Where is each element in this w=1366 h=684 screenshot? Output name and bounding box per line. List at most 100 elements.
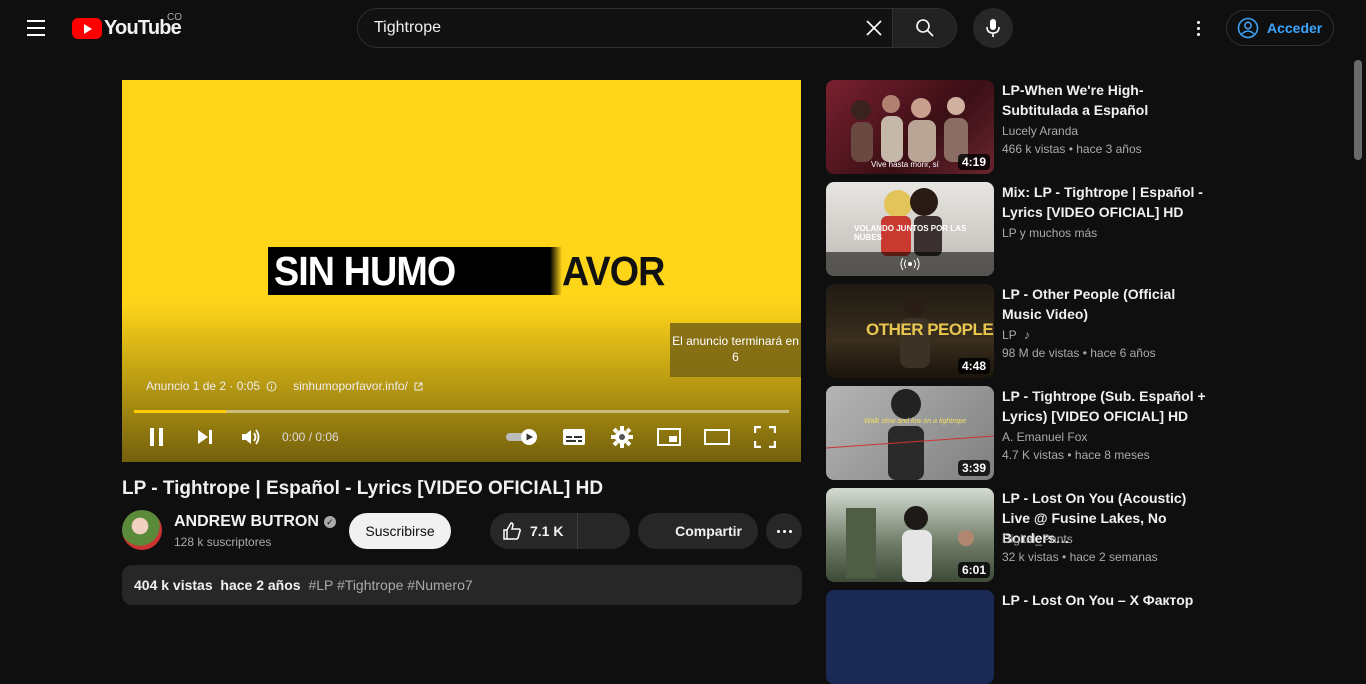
external-link-icon[interactable] — [414, 382, 423, 391]
volume-button[interactable] — [239, 425, 263, 449]
ad-link[interactable]: sinhumoporfavor.info/ — [293, 379, 408, 393]
subscribe-button[interactable]: Suscribirse — [349, 513, 451, 549]
recommendation-item[interactable]: OTHER PEOPLE 4:48 LP - Other People (Off… — [826, 284, 1346, 378]
country-code: CO — [167, 12, 182, 23]
recommendation-title[interactable]: LP - Other People (Official Music Video) — [1002, 284, 1212, 324]
recommendation-meta: 4.7 K vistas • hace 8 meses — [1002, 448, 1150, 462]
time-display: 0:00 / 0:06 — [282, 430, 339, 444]
banner-text-white: SIN HUMO — [274, 248, 456, 294]
clear-search-icon[interactable] — [856, 9, 892, 47]
recommendation-thumbnail[interactable]: Walk slow and low on a tightrope 3:39 — [826, 386, 994, 480]
voice-search-button[interactable] — [973, 8, 1013, 48]
menu-icon[interactable] — [20, 14, 52, 42]
rec-views: 4.7 K vistas — [1002, 448, 1065, 462]
info-icon[interactable] — [266, 381, 277, 392]
rec-age: • hace 2 semanas — [1062, 550, 1158, 564]
settings-button[interactable] — [610, 425, 634, 449]
like-count: 7.1 K — [530, 523, 564, 539]
recommendation-channel[interactable]: A. Emanuel Fox — [1002, 430, 1087, 444]
banner-text-dark: AVOR — [562, 248, 665, 294]
recommendation-channel[interactable]: LP ♪ — [1002, 328, 1030, 342]
recommendation-item[interactable]: 6:01 LP - Lost On You (Acoustic) Live @ … — [826, 488, 1346, 582]
mix-bar — [826, 252, 994, 276]
subtitles-button[interactable] — [562, 425, 586, 449]
search-box — [357, 8, 957, 48]
video-duration: 4:48 — [957, 358, 990, 374]
recommendation-thumbnail[interactable] — [826, 590, 994, 684]
recommendation-channel[interactable]: Lucely Aranda — [1002, 124, 1078, 138]
video-title: LP - Tightrope | Español - Lyrics [VIDEO… — [122, 478, 604, 499]
share-button[interactable]: Compartir — [638, 513, 758, 549]
hashtags[interactable]: #LP #Tightrope #Numero7 — [308, 577, 472, 593]
autoplay-toggle[interactable] — [504, 425, 542, 449]
ad-end-notice[interactable]: El anuncio terminará en 6 — [670, 323, 801, 377]
pause-icon — [150, 428, 163, 446]
recommendation-thumbnail[interactable]: 6:01 — [826, 488, 994, 582]
rec-channel-name[interactable]: LP — [1002, 328, 1016, 342]
theater-mode-button[interactable] — [704, 425, 730, 449]
signin-label: Acceder — [1267, 20, 1323, 36]
ad-info: Anuncio 1 de 2 · 0:05 sinhumoporfavor.in… — [146, 379, 423, 393]
recommendation-meta: 466 k vistas • hace 3 años — [1002, 142, 1142, 156]
search-button[interactable] — [892, 9, 956, 47]
recommendation-item[interactable]: Walk slow and low on a tightrope 3:39 LP… — [826, 386, 1346, 480]
description-box[interactable]: 404 k vistas hace 2 años #LP #Tightrope … — [122, 565, 802, 605]
miniplayer-button[interactable] — [656, 425, 682, 449]
next-button[interactable] — [194, 425, 216, 449]
recommendation-item[interactable]: VOLANDO JUNTOS POR LAS NUBES Mix: LP - T… — [826, 182, 1346, 276]
recommendation-channel[interactable]: LP y muchos más — [1002, 226, 1097, 240]
theater-icon — [704, 429, 730, 445]
rec-views: 98 M de vistas — [1002, 346, 1080, 360]
thumbnail-caption: OTHER PEOPLE — [866, 320, 994, 339]
channel-name-row[interactable]: ANDREW BUTRON ✓ — [174, 513, 336, 531]
pause-button[interactable] — [146, 425, 168, 449]
fullscreen-button[interactable] — [752, 425, 778, 449]
verified-icon: ✓ — [323, 516, 336, 528]
video-player[interactable]: SIN HUMO AVOR El anuncio terminará en 6 … — [122, 80, 801, 462]
miniplayer-icon — [657, 428, 681, 446]
youtube-logo[interactable]: YouTube CO — [72, 12, 182, 41]
recommendation-thumbnail[interactable]: VOLANDO JUNTOS POR LAS NUBES — [826, 182, 994, 276]
progress-fill — [134, 410, 226, 413]
search-input[interactable] — [358, 9, 856, 47]
recommendation-thumbnail[interactable]: OTHER PEOPLE 4:48 — [826, 284, 994, 378]
recommendation-title[interactable]: LP - Lost On You – X Фактор — [1002, 590, 1212, 610]
signin-button[interactable]: Acceder — [1226, 10, 1334, 46]
ad-banner-right: AVOR — [550, 247, 665, 295]
ad-counter: Anuncio 1 de 2 · 0:05 — [146, 379, 261, 393]
volume-icon — [242, 429, 260, 445]
share-label: Compartir — [675, 523, 742, 539]
account-icon — [1237, 17, 1259, 39]
search-icon — [915, 19, 934, 37]
channel-avatar[interactable] — [122, 510, 162, 550]
page-scrollbar[interactable] — [1352, 56, 1366, 598]
recommendation-title[interactable]: LP - Tightrope (Sub. Español + Lyrics) [… — [1002, 386, 1212, 426]
top-bar: YouTube CO Acceder — [0, 0, 1366, 56]
autoplay-icon — [506, 429, 537, 445]
rec-age: • hace 8 meses — [1067, 448, 1150, 462]
thumbnail-caption: VOLANDO JUNTOS POR LAS NUBES — [854, 224, 967, 242]
more-actions-button[interactable] — [766, 513, 802, 549]
scrollbar-thumb[interactable] — [1354, 60, 1362, 160]
like-button[interactable]: 7.1 K — [490, 513, 578, 549]
recommendation-meta: 98 M de vistas • hace 6 años — [1002, 346, 1156, 360]
recommendation-title[interactable]: LP-When We're High-Subtitulada a Español — [1002, 80, 1212, 120]
rec-views: 466 k vistas — [1002, 142, 1066, 156]
dislike-button[interactable] — [578, 513, 630, 549]
recommendation-title[interactable]: Mix: LP - Tightrope | Español - Lyrics [… — [1002, 182, 1212, 222]
progress-bar[interactable] — [134, 410, 789, 413]
rec-age: • hace 6 años — [1082, 346, 1156, 360]
recommendation-item[interactable]: Vive hasta morir, sí 4:19 LP-When We're … — [826, 80, 1346, 174]
settings-more-icon[interactable] — [1186, 14, 1210, 42]
recommendation-channel[interactable]: Digital_Pants — [1002, 532, 1073, 546]
recommendation-item[interactable]: LP - Lost On You – X Фактор — [826, 590, 1346, 684]
video-duration: 6:01 — [957, 562, 990, 578]
thumbnail-caption: Walk slow and low on a tightrope — [864, 418, 967, 425]
rec-age: • hace 3 años — [1068, 142, 1142, 156]
thumbs-up-icon — [503, 522, 521, 540]
channel-name[interactable]: ANDREW BUTRON — [174, 513, 319, 531]
gear-icon — [611, 426, 633, 448]
view-count: 404 k vistas — [134, 577, 213, 593]
recommendation-thumbnail[interactable]: Vive hasta morir, sí 4:19 — [826, 80, 994, 174]
thumbnail-caption: Vive hasta morir, sí — [871, 160, 939, 169]
